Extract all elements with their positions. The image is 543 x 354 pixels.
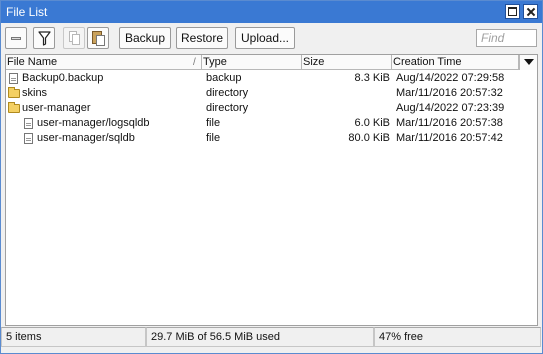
table-row[interactable]: Backup0.backup backup 8.3 KiB Aug/14/202… — [6, 71, 537, 86]
file-type: file — [206, 117, 221, 129]
file-size — [306, 101, 390, 116]
creation-time: Aug/14/2022 07:29:58 — [396, 72, 505, 84]
column-header-size[interactable]: Size — [302, 55, 392, 70]
creation-time: Mar/11/2016 20:57:38 — [396, 117, 503, 129]
file-name: Backup0.backup — [22, 72, 104, 84]
file-icon — [9, 73, 18, 84]
table-header: File Name / Type Size Creation Time — [6, 55, 537, 70]
file-type: directory — [206, 102, 249, 114]
creation-time: Mar/11/2016 20:57:32 — [396, 87, 503, 99]
file-type: file — [206, 132, 221, 144]
status-bar: 5 items 29.7 MiB of 56.5 MiB used 47% fr… — [1, 327, 542, 347]
upload-button[interactable]: Upload... — [235, 27, 295, 49]
copy-button[interactable] — [63, 27, 85, 49]
find-input[interactable]: Find — [476, 29, 537, 47]
file-name: user-manager/sqldb — [37, 132, 135, 144]
folder-icon — [8, 102, 20, 113]
file-icon — [24, 133, 33, 144]
column-menu-dropdown[interactable] — [519, 55, 537, 70]
file-icon — [24, 118, 33, 129]
minus-icon — [11, 37, 21, 40]
free-space: 47% free — [374, 327, 541, 347]
creation-time: Mar/11/2016 20:57:42 — [396, 132, 503, 144]
creation-time: Aug/14/2022 07:23:39 — [396, 102, 505, 114]
maximize-icon — [508, 7, 517, 16]
paste-icon-paper — [96, 35, 105, 46]
file-type: directory — [206, 87, 249, 99]
copy-icon-front — [72, 34, 80, 45]
file-name: skins — [22, 87, 48, 99]
filter-icon — [38, 31, 51, 46]
title-bar[interactable]: File List — [1, 1, 542, 23]
maximize-button[interactable] — [505, 4, 520, 19]
table-row[interactable]: skins directory Mar/11/2016 20:57:32 — [6, 86, 537, 101]
disk-usage: 29.7 MiB of 56.5 MiB used — [146, 327, 374, 347]
backup-button[interactable]: Backup — [119, 27, 171, 49]
remove-button[interactable] — [5, 27, 27, 49]
file-size: 80.0 KiB — [348, 132, 390, 144]
window-bottom-edge — [1, 347, 542, 353]
column-header-creation-time[interactable]: Creation Time — [392, 55, 519, 70]
filter-button[interactable] — [33, 27, 55, 49]
close-button[interactable] — [523, 4, 538, 19]
restore-button[interactable]: Restore — [176, 27, 228, 49]
folder-icon — [8, 87, 20, 98]
file-table: File Name / Type Size Creation Time Back… — [5, 54, 538, 326]
file-name: user-manager/logsqldb — [37, 117, 150, 129]
table-row[interactable]: user-manager/sqldb file 80.0 KiB Mar/11/… — [6, 131, 537, 146]
toolbar: Backup Restore Upload... Find — [1, 23, 542, 53]
file-name: user-manager — [22, 102, 91, 114]
sort-indicator: / — [193, 57, 196, 68]
file-size: 8.3 KiB — [354, 72, 390, 84]
column-header-type[interactable]: Type — [202, 55, 302, 70]
paste-button[interactable] — [87, 27, 109, 49]
file-size: 6.0 KiB — [354, 117, 390, 129]
table-row[interactable]: user-manager/logsqldb file 6.0 KiB Mar/1… — [6, 116, 537, 131]
column-header-file-name[interactable]: File Name — [6, 55, 202, 70]
table-row[interactable]: user-manager directory Aug/14/2022 07:23… — [6, 101, 537, 116]
file-list-window: File List Backup Restore Upload... Find … — [0, 0, 543, 354]
file-type: backup — [206, 72, 242, 84]
window-title: File List — [6, 5, 48, 19]
file-size — [306, 86, 390, 101]
item-count: 5 items — [1, 327, 146, 347]
